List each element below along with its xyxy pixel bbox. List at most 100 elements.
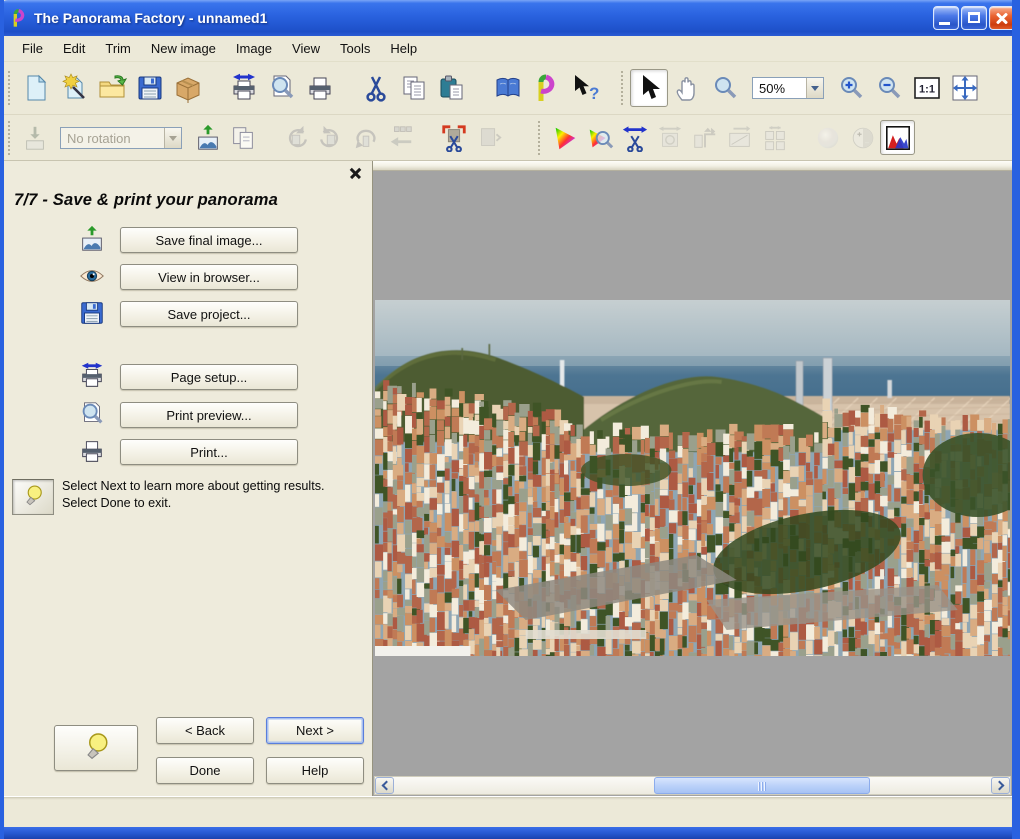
print-preview-icon bbox=[267, 73, 297, 103]
page-setup-icon bbox=[78, 362, 106, 393]
zoom-level-combo-value: 50% bbox=[759, 81, 786, 96]
print-button[interactable] bbox=[301, 69, 339, 107]
print-preview-button[interactable] bbox=[263, 69, 301, 107]
toolbar-grip[interactable] bbox=[621, 71, 624, 105]
status-bar bbox=[4, 796, 1012, 827]
menu-file[interactable]: File bbox=[12, 37, 53, 60]
rotation-combo-value: No rotation bbox=[67, 130, 131, 146]
new-document-icon bbox=[21, 73, 51, 103]
lightbulb-icon bbox=[20, 484, 46, 512]
zoom-tool-button[interactable] bbox=[706, 69, 744, 107]
help-book-button[interactable] bbox=[489, 69, 527, 107]
toolbar-grip[interactable] bbox=[8, 71, 11, 105]
histogram-button[interactable] bbox=[880, 120, 915, 155]
rotation-combo[interactable]: No rotation bbox=[60, 126, 182, 149]
rotate-left-button bbox=[278, 120, 313, 155]
print-icon bbox=[305, 73, 335, 103]
export-image-icon bbox=[78, 225, 106, 256]
scroll-left-button[interactable] bbox=[375, 777, 394, 794]
print-preview-icon bbox=[78, 400, 106, 431]
save-final-image-button[interactable]: Save final image... bbox=[120, 227, 298, 253]
fit-window-button[interactable] bbox=[946, 69, 984, 107]
print-button[interactable]: Print... bbox=[120, 439, 298, 465]
save-icon bbox=[70, 298, 114, 330]
new-document-button[interactable] bbox=[17, 69, 55, 107]
new-wizard-button[interactable] bbox=[55, 69, 93, 107]
tip-text: Select Next to learn more about getting … bbox=[62, 479, 325, 510]
crop-alt-button bbox=[471, 120, 506, 155]
contrast-button bbox=[845, 120, 880, 155]
page-setup-button[interactable] bbox=[225, 69, 263, 107]
window-bottom-border bbox=[4, 827, 1012, 839]
export-image-button[interactable] bbox=[190, 120, 225, 155]
hand-pan-button[interactable] bbox=[668, 69, 706, 107]
svg-text:1:1: 1:1 bbox=[919, 84, 935, 96]
context-help-button[interactable]: ? bbox=[565, 69, 603, 107]
cut-button[interactable] bbox=[357, 69, 395, 107]
menu-view[interactable]: View bbox=[282, 37, 330, 60]
page-setup-icon bbox=[70, 361, 114, 393]
copy-button[interactable] bbox=[395, 69, 433, 107]
rotate-right-button bbox=[313, 120, 348, 155]
color-toolbar bbox=[534, 115, 915, 160]
help-button[interactable]: Help bbox=[266, 757, 364, 784]
panel-close-button[interactable] bbox=[348, 166, 364, 182]
color-gamut-button[interactable] bbox=[547, 120, 582, 155]
image-toolbar: No rotation bbox=[4, 115, 506, 160]
save-button[interactable] bbox=[131, 69, 169, 107]
chevron-left-icon bbox=[381, 780, 391, 791]
menu-trim[interactable]: Trim bbox=[95, 37, 141, 60]
maximize-button[interactable] bbox=[961, 6, 987, 30]
zoom-level-combo[interactable]: 50% bbox=[752, 77, 824, 99]
actual-size-button[interactable]: 1:1 bbox=[908, 69, 946, 107]
scroll-right-button[interactable] bbox=[991, 777, 1010, 794]
rotate-left-icon bbox=[282, 124, 310, 152]
gamut-inspect-button[interactable] bbox=[582, 120, 617, 155]
about-button[interactable] bbox=[527, 69, 565, 107]
about-icon bbox=[531, 73, 561, 103]
context-help-icon: ? bbox=[569, 73, 599, 103]
crop-button[interactable] bbox=[436, 120, 471, 155]
menu-image[interactable]: Image bbox=[226, 37, 282, 60]
next-button[interactable]: Next > bbox=[266, 717, 364, 744]
duplicate-button[interactable] bbox=[225, 120, 260, 155]
print-preview-icon bbox=[70, 399, 114, 431]
eye-icon bbox=[78, 262, 106, 293]
save-project-button[interactable]: Save project... bbox=[120, 301, 298, 327]
toolbar-grip[interactable] bbox=[538, 120, 541, 155]
open-folder-button[interactable] bbox=[93, 69, 131, 107]
package-button[interactable] bbox=[169, 69, 207, 107]
page-setup-button[interactable]: Page setup... bbox=[120, 364, 298, 390]
done-button[interactable]: Done bbox=[156, 757, 254, 784]
view-in-browser-button[interactable]: View in browser... bbox=[120, 264, 298, 290]
toolbar-grip[interactable] bbox=[8, 120, 11, 155]
trim-button[interactable] bbox=[617, 120, 652, 155]
scrollbar-thumb[interactable] bbox=[654, 777, 871, 794]
paste-button[interactable] bbox=[433, 69, 471, 107]
print-preview-button[interactable]: Print preview... bbox=[120, 402, 298, 428]
save-icon bbox=[135, 73, 165, 103]
select-arrow-icon bbox=[634, 73, 664, 103]
menu-tools[interactable]: Tools bbox=[330, 37, 380, 60]
close-button[interactable] bbox=[989, 6, 1012, 30]
chevron-down-icon[interactable] bbox=[806, 78, 823, 98]
app-icon bbox=[8, 8, 28, 28]
menu-new-image[interactable]: New image bbox=[141, 37, 226, 60]
menu-help[interactable]: Help bbox=[380, 37, 427, 60]
zoom-in-button[interactable] bbox=[832, 69, 870, 107]
view-toolbar: 50% 1:1 bbox=[617, 62, 984, 114]
image-viewport[interactable] bbox=[372, 161, 1012, 796]
import-images-icon bbox=[21, 124, 49, 152]
toolbar-row-main: ? 50% 1:1 bbox=[4, 62, 1012, 115]
select-arrow-button[interactable] bbox=[630, 69, 668, 107]
minimize-button[interactable] bbox=[933, 6, 959, 30]
zoom-out-button[interactable] bbox=[870, 69, 908, 107]
menu-edit[interactable]: Edit bbox=[53, 37, 95, 60]
horizontal-scrollbar[interactable] bbox=[374, 776, 1011, 795]
tip-lightbulb-button[interactable] bbox=[54, 725, 138, 771]
cut-icon bbox=[361, 73, 391, 103]
export-image-icon bbox=[194, 124, 222, 152]
zoom-tool-icon bbox=[710, 73, 740, 103]
back-button[interactable]: < Back bbox=[156, 717, 254, 744]
chevron-down-icon[interactable] bbox=[164, 127, 181, 148]
